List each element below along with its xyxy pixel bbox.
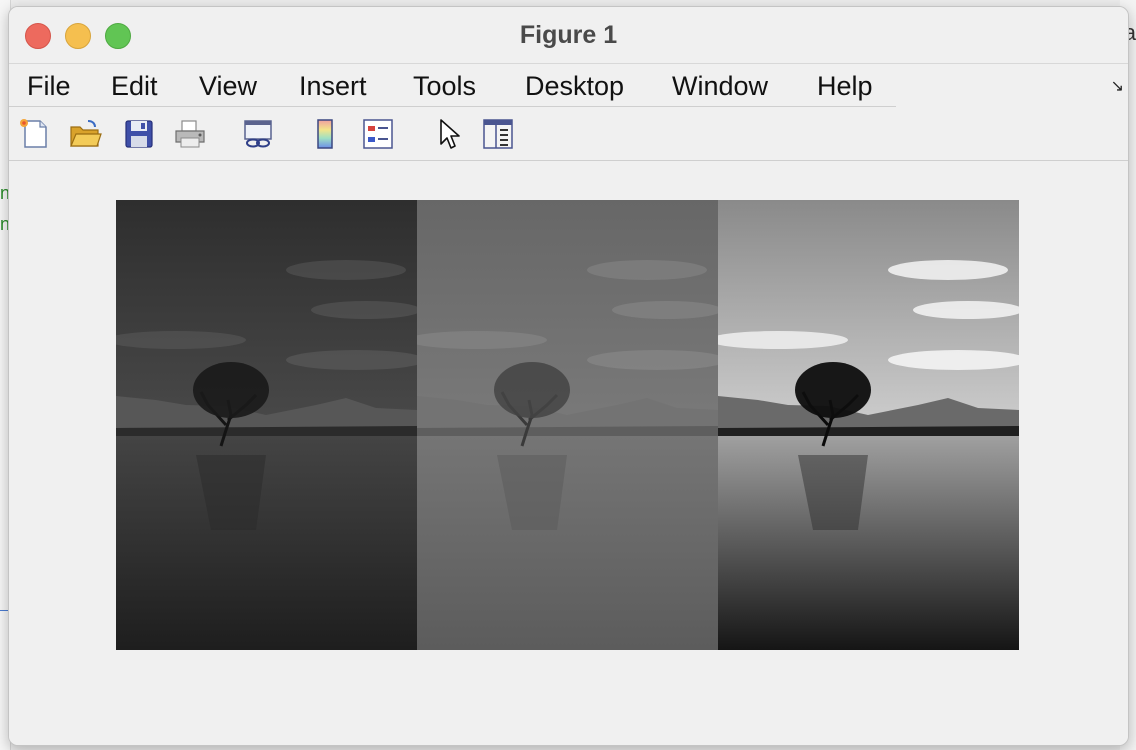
property-inspector-icon[interactable] <box>481 117 515 151</box>
image-panel-dark <box>116 200 417 650</box>
menu-bar: File Edit View Insert Tools Desktop Wind… <box>9 63 1128 107</box>
menu-view[interactable]: View <box>199 71 257 102</box>
figure-toolbar <box>9 106 1128 161</box>
image-panel-high-contrast <box>718 200 1019 650</box>
menu-window[interactable]: Window <box>672 71 768 102</box>
pointer-icon[interactable] <box>433 117 467 151</box>
dock-figure-icon[interactable]: ↘ <box>1111 76 1124 96</box>
print-icon[interactable] <box>173 117 207 151</box>
legend-icon[interactable] <box>361 117 395 151</box>
menu-file[interactable]: File <box>27 71 71 102</box>
window-title: Figure 1 <box>519 21 618 49</box>
menu-help[interactable]: Help <box>817 71 873 102</box>
menu-edit[interactable]: Edit <box>111 71 158 102</box>
image-panel-low-contrast <box>417 200 718 650</box>
image-montage[interactable] <box>116 200 1019 650</box>
menu-insert[interactable]: Insert <box>299 71 367 102</box>
open-file-icon[interactable] <box>68 117 102 151</box>
menu-desktop[interactable]: Desktop <box>525 71 624 102</box>
link-plot-icon[interactable] <box>241 117 275 151</box>
figure-canvas[interactable] <box>9 161 1128 745</box>
title-bar[interactable]: Figure 1 <box>9 7 1128 63</box>
figure-window: Figure 1 File Edit View Insert Tools Des… <box>8 6 1129 746</box>
colorbar-icon[interactable] <box>308 117 342 151</box>
new-figure-icon[interactable] <box>18 117 52 151</box>
menu-tools[interactable]: Tools <box>413 71 476 102</box>
save-icon[interactable] <box>122 117 156 151</box>
